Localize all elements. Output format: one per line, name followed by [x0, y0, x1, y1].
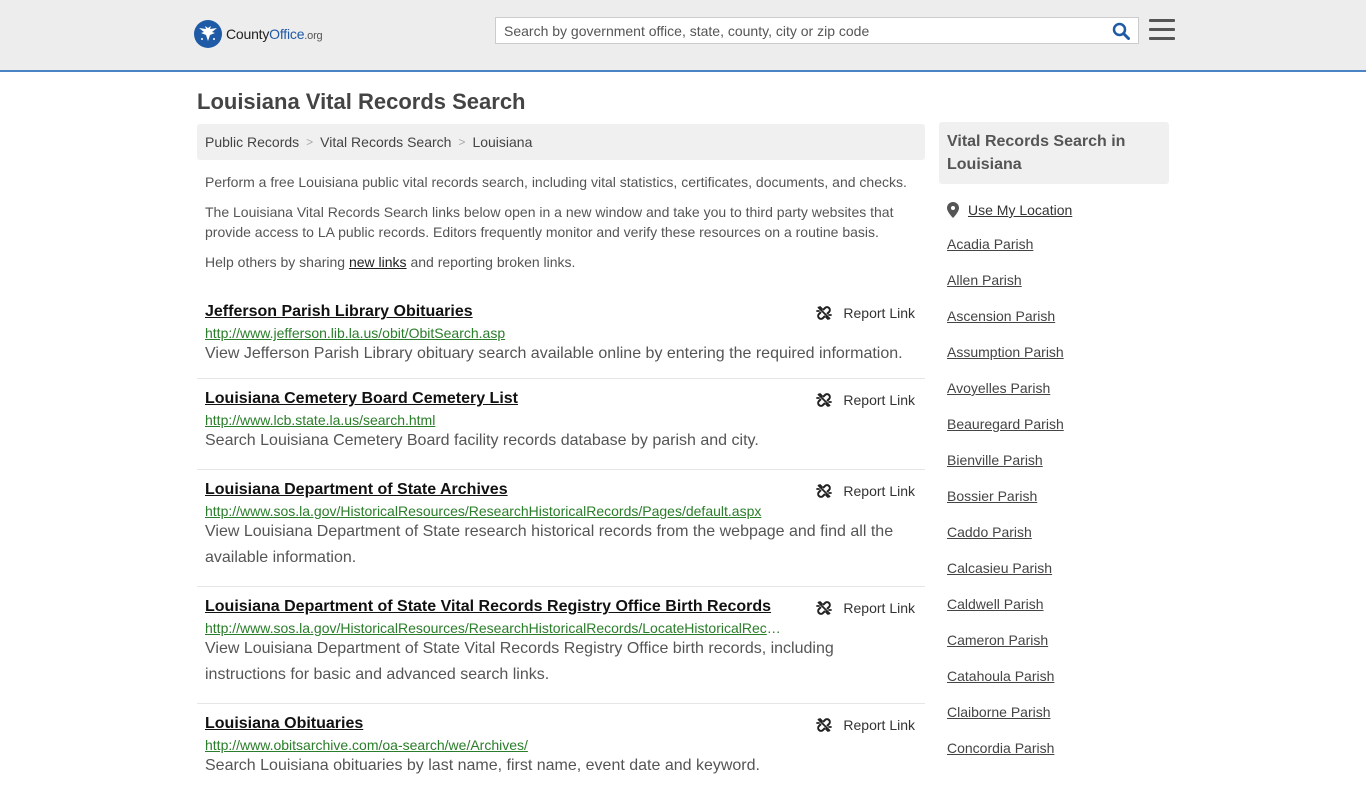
site-logo[interactable]: CountyOffice.org: [194, 20, 323, 48]
intro-paragraph-1: Perform a free Louisiana public vital re…: [205, 174, 907, 190]
parish-list: Use My Location Acadia Parish Allen Pari…: [939, 202, 1169, 758]
parish-link[interactable]: Catahoula Parish: [947, 668, 1169, 686]
parish-link[interactable]: Allen Parish: [947, 272, 1169, 290]
report-link-button[interactable]: Report Link: [816, 717, 915, 733]
entry-title-link[interactable]: Jefferson Parish Library Obituaries: [205, 288, 917, 321]
parish-link[interactable]: Claiborne Parish: [947, 704, 1169, 722]
eagle-seal-icon: [194, 20, 222, 48]
entry-description: Search Louisiana obituaries by last name…: [205, 757, 760, 774]
search-icon: [1112, 22, 1130, 40]
broken-link-icon: [816, 718, 833, 732]
parish-link[interactable]: Avoyelles Parish: [947, 380, 1169, 398]
link-entry: Louisiana Department of State Archives h…: [197, 470, 925, 587]
report-link-button[interactable]: Report Link: [816, 392, 915, 408]
link-entry: Louisiana Cemetery Board Cemetery List h…: [197, 379, 925, 470]
broken-link-icon: [816, 306, 833, 320]
intro-paragraph-2: The Louisiana Vital Records Search links…: [205, 204, 894, 240]
entry-title-link[interactable]: Louisiana Cemetery Board Cemetery List: [205, 379, 917, 408]
report-link-button[interactable]: Report Link: [816, 483, 915, 499]
link-entry: Louisiana Obituaries http://www.obitsarc…: [197, 704, 925, 794]
logo-wordmark: CountyOffice.org: [226, 26, 323, 42]
entry-url[interactable]: http://www.sos.la.gov/HistoricalResource…: [205, 503, 785, 519]
map-pin-icon: [947, 202, 959, 218]
breadcrumb: Public Records > Vital Records Search > …: [197, 124, 925, 160]
parish-link[interactable]: Calcasieu Parish: [947, 560, 1169, 578]
use-my-location-link[interactable]: Use My Location: [968, 202, 1072, 218]
parish-link[interactable]: Caldwell Parish: [947, 596, 1169, 614]
entry-description: View Jefferson Parish Library obituary s…: [205, 345, 903, 362]
intro-text: Perform a free Louisiana public vital re…: [197, 172, 925, 272]
search-bar: [495, 17, 1139, 44]
broken-link-icon: [816, 601, 833, 615]
entry-url[interactable]: http://www.sos.la.gov/HistoricalResource…: [205, 620, 785, 636]
entry-description: View Louisiana Department of State resea…: [205, 523, 894, 566]
parish-link[interactable]: Assumption Parish: [947, 344, 1169, 362]
site-header: CountyOffice.org: [0, 0, 1366, 72]
page-title: Louisiana Vital Records Search: [197, 89, 526, 114]
search-button[interactable]: [1104, 18, 1138, 43]
parish-link[interactable]: Concordia Parish: [947, 740, 1169, 758]
sidebar-title: Vital Records Search in Louisiana: [939, 122, 1169, 184]
breadcrumb-separator-icon: >: [306, 135, 314, 149]
broken-link-icon: [816, 484, 833, 498]
use-location: Use My Location: [947, 202, 1169, 218]
parish-link[interactable]: Ascension Parish: [947, 308, 1169, 326]
report-link-button[interactable]: Report Link: [816, 305, 915, 321]
parish-link[interactable]: Bossier Parish: [947, 488, 1169, 506]
parish-link[interactable]: Cameron Parish: [947, 632, 1169, 650]
breadcrumb-current: Louisiana: [472, 134, 533, 150]
intro-paragraph-3: Help others by sharing new links and rep…: [205, 254, 576, 270]
link-entry: Jefferson Parish Library Obituaries http…: [197, 288, 925, 379]
entry-description: View Louisiana Department of State Vital…: [205, 640, 834, 683]
parish-link[interactable]: Acadia Parish: [947, 236, 1169, 254]
breadcrumb-public-records[interactable]: Public Records: [205, 134, 299, 150]
entry-description: Search Louisiana Cemetery Board facility…: [205, 432, 759, 449]
entry-url[interactable]: http://www.lcb.state.la.us/search.html: [205, 412, 785, 428]
sidebar: Vital Records Search in Louisiana Use My…: [939, 122, 1169, 758]
entry-url[interactable]: http://www.jefferson.lib.la.us/obit/Obit…: [205, 325, 785, 341]
link-entry: Louisiana Department of State Vital Reco…: [197, 587, 925, 704]
parish-link[interactable]: Beauregard Parish: [947, 416, 1169, 434]
parish-link[interactable]: Caddo Parish: [947, 524, 1169, 542]
search-input[interactable]: [496, 18, 1104, 43]
breadcrumb-separator-icon: >: [458, 135, 466, 149]
entry-title-link[interactable]: Louisiana Obituaries: [205, 704, 917, 733]
entry-title-link[interactable]: Louisiana Department of State Vital Reco…: [205, 587, 917, 616]
hamburger-menu-icon[interactable]: [1149, 19, 1175, 43]
new-links-link[interactable]: new links: [349, 254, 407, 270]
broken-link-icon: [816, 393, 833, 407]
report-link-button[interactable]: Report Link: [816, 600, 915, 616]
breadcrumb-vital-records-search[interactable]: Vital Records Search: [320, 134, 451, 150]
main-content: Public Records > Vital Records Search > …: [197, 124, 925, 794]
parish-link[interactable]: Bienville Parish: [947, 452, 1169, 470]
entry-url[interactable]: http://www.obitsarchive.com/oa-search/we…: [205, 737, 785, 753]
entry-title-link[interactable]: Louisiana Department of State Archives: [205, 470, 917, 499]
